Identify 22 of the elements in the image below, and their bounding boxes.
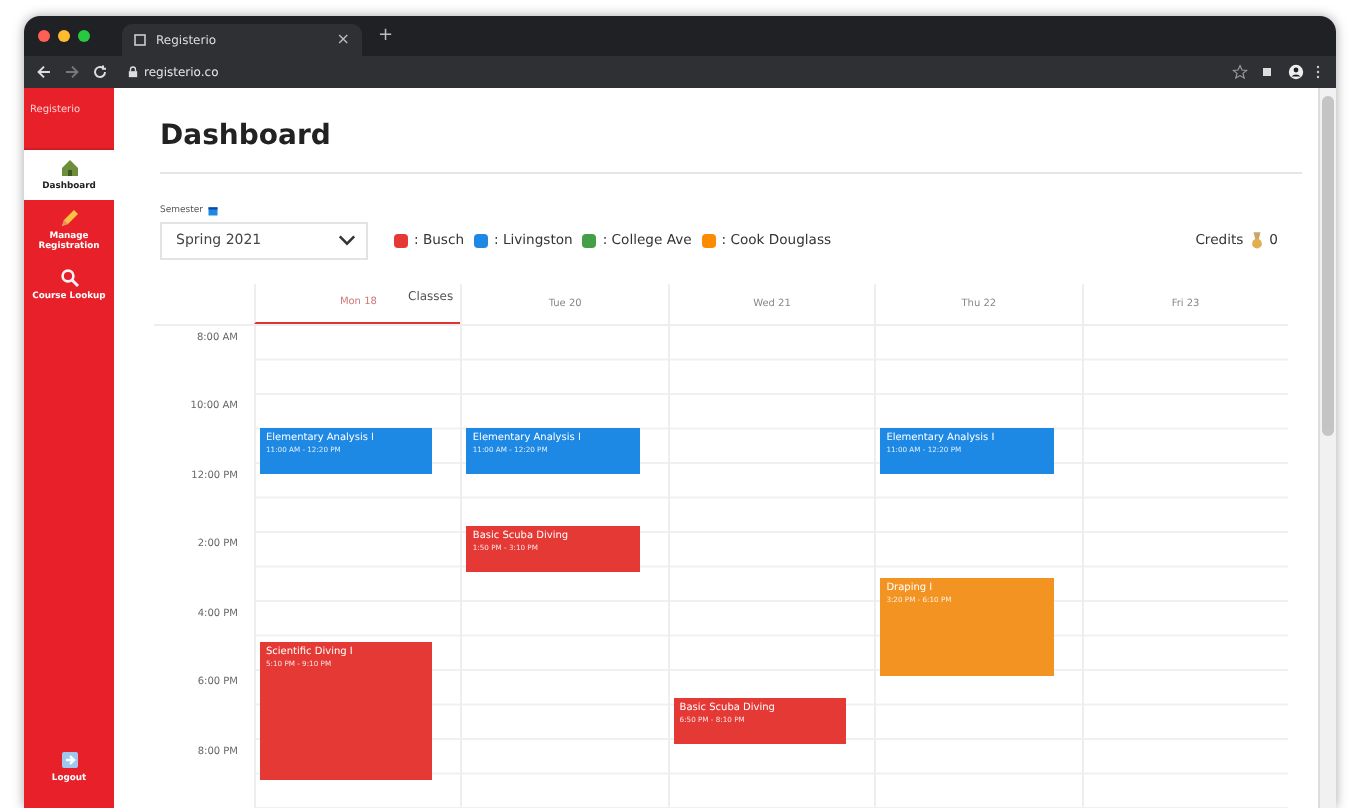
- forward-icon[interactable]: [64, 64, 80, 80]
- close-window-icon[interactable]: [38, 30, 50, 42]
- pencil-icon: [59, 207, 79, 228]
- page-icon: [134, 34, 146, 46]
- star-icon[interactable]: [1232, 64, 1248, 80]
- extension-icon[interactable]: [1260, 64, 1276, 80]
- chevron-down-icon: [338, 234, 356, 246]
- new-tab-button[interactable]: +: [378, 27, 394, 45]
- calendar-icon: [207, 205, 218, 215]
- reload-icon[interactable]: [92, 64, 108, 80]
- logout-icon: [59, 750, 79, 771]
- page-title: Dashboard: [160, 120, 333, 152]
- minimize-window-icon[interactable]: [58, 30, 70, 42]
- profile-icon[interactable]: [1288, 64, 1304, 80]
- back-icon[interactable]: [36, 64, 52, 80]
- maximize-window-icon[interactable]: [78, 30, 90, 42]
- search-icon: [59, 268, 79, 289]
- close-tab-button[interactable]: ×: [336, 32, 350, 48]
- medal-icon: [1249, 231, 1264, 249]
- house-icon: [59, 158, 79, 178]
- lock-icon: [128, 66, 138, 78]
- scrollbar-thumb[interactable]: [1322, 96, 1334, 436]
